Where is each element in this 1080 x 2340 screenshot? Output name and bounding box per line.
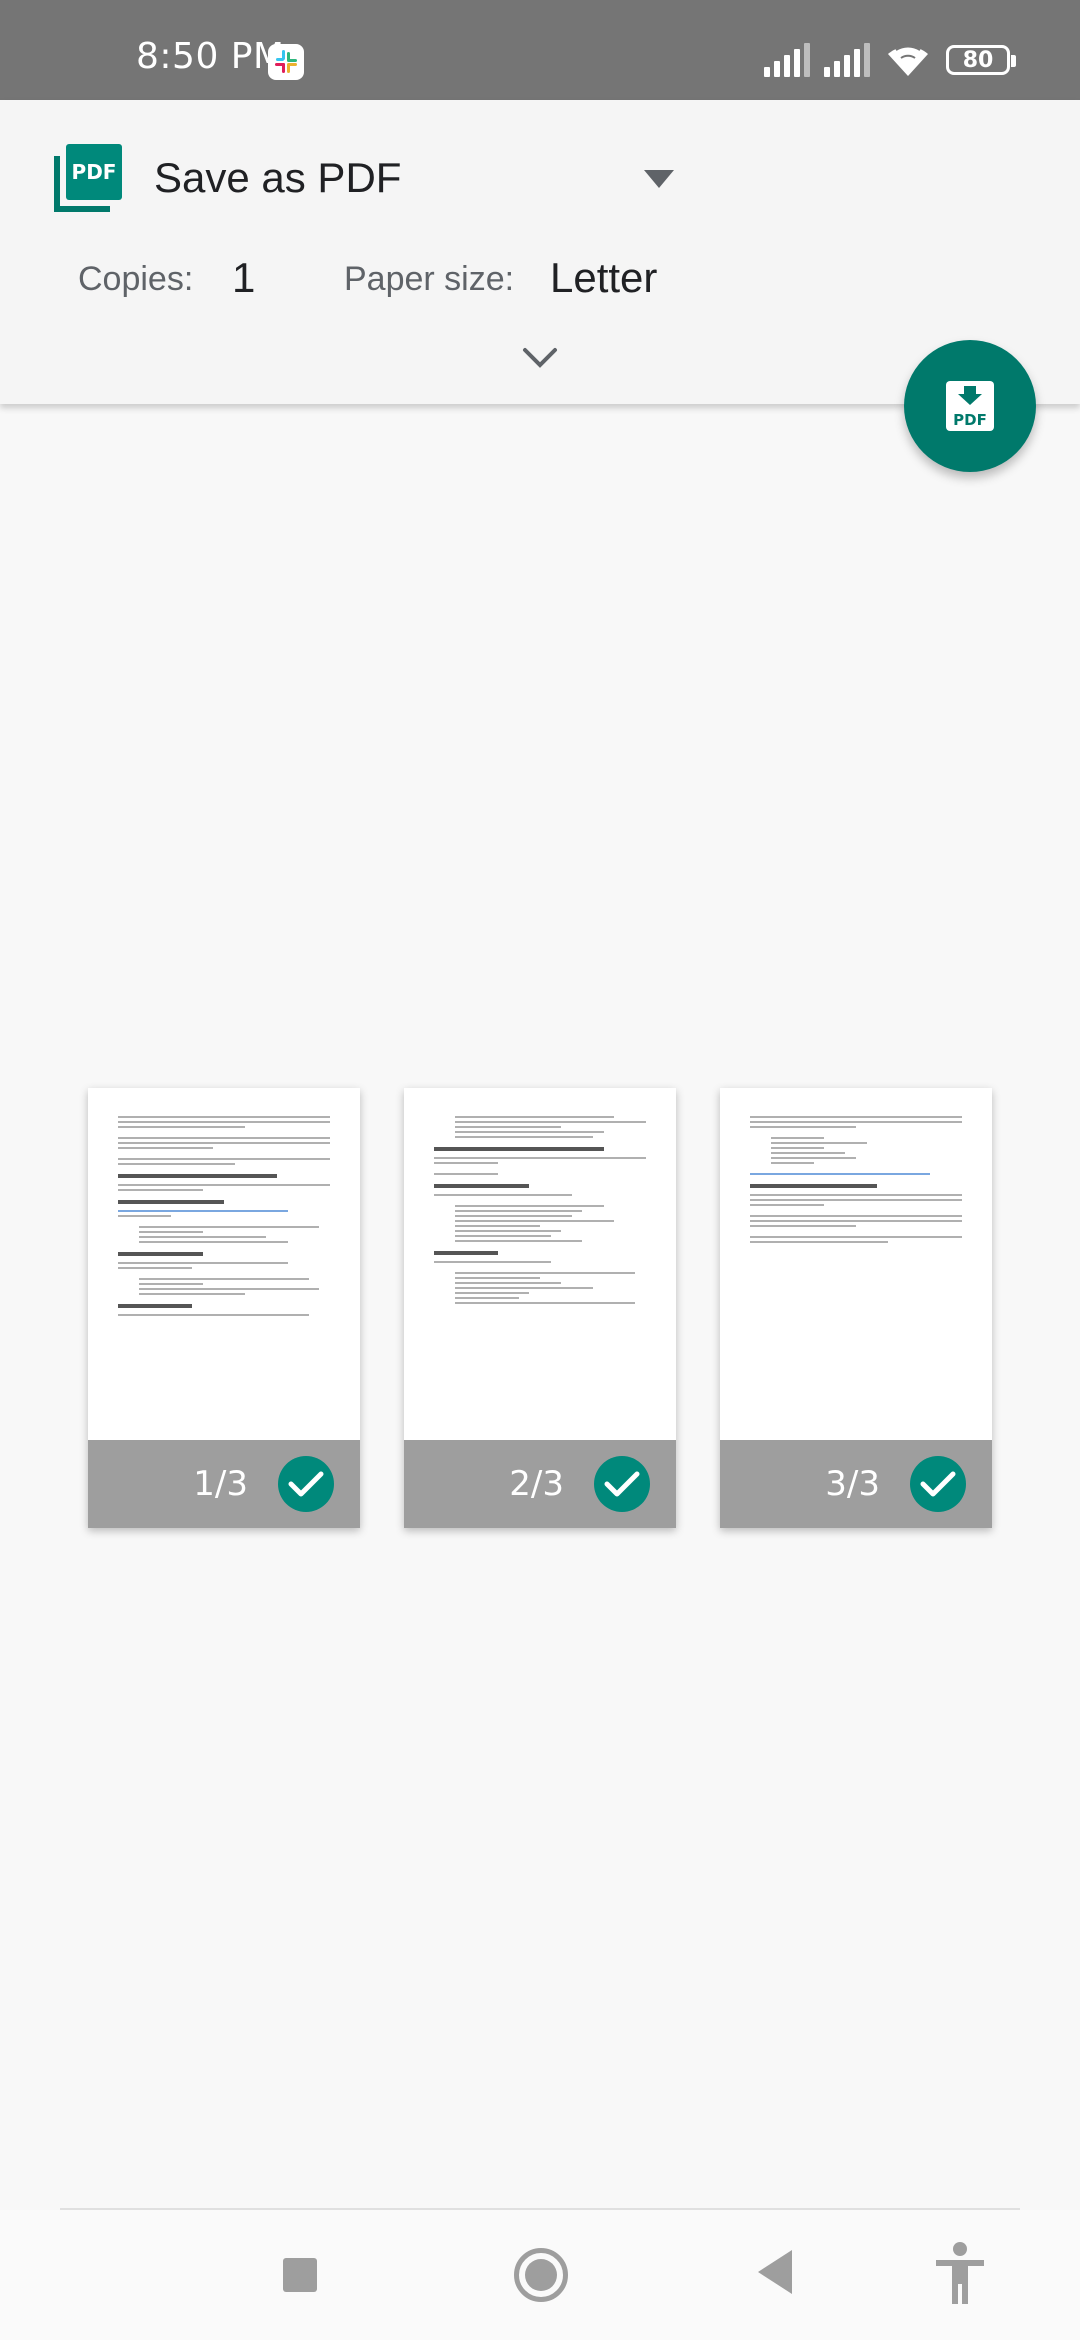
home-icon[interactable] [514,2248,568,2302]
page-preview-3[interactable]: 3/3 [720,1088,992,1528]
destination-selector[interactable]: Save as PDF [154,154,401,202]
page-selected-check-icon[interactable] [278,1456,334,1512]
copies-value[interactable]: 1 [232,254,255,302]
wifi-icon [888,45,928,76]
copies-label: Copies: [78,260,194,298]
page-number: 1/3 [193,1464,248,1504]
battery-icon: 80 [946,45,1016,75]
back-icon[interactable] [758,2250,792,2294]
paper-size-value[interactable]: Letter [550,254,657,302]
page-content [720,1088,992,1440]
svg-text:PDF: PDF [72,160,117,184]
status-icons: 80 [764,40,1016,80]
pdf-download-icon: PDF [946,381,994,431]
recent-apps-icon[interactable] [283,2258,317,2292]
accessibility-icon[interactable] [934,2242,986,2306]
dropdown-arrow-icon[interactable] [644,170,674,188]
page-footer: 3/3 [720,1440,992,1528]
paper-size-label: Paper size: [344,260,515,298]
print-options-panel: PDF Save as PDF Copies: 1 Paper size: Le… [0,100,1080,404]
page-preview-1[interactable]: 1/3 [88,1088,360,1528]
expand-options-icon[interactable] [522,346,558,370]
signal-icon [764,43,810,77]
page-number: 2/3 [509,1464,564,1504]
page-selected-check-icon[interactable] [910,1456,966,1512]
download-pdf-button[interactable]: PDF [904,340,1036,472]
pdf-printer-icon: PDF [50,140,126,216]
signal-icon [824,43,870,77]
navigation-bar [0,2210,1080,2340]
page-footer: 1/3 [88,1440,360,1528]
page-selected-check-icon[interactable] [594,1456,650,1512]
page-content [88,1088,360,1440]
slack-icon [268,44,304,80]
page-preview-2[interactable]: 2/3 [404,1088,676,1528]
page-footer: 2/3 [404,1440,676,1528]
svg-text:PDF: PDF [953,411,987,429]
page-content [404,1088,676,1440]
status-time: 8:50 PM [136,36,285,77]
page-number: 3/3 [825,1464,880,1504]
status-bar: 8:50 PM 80 [0,0,1080,100]
